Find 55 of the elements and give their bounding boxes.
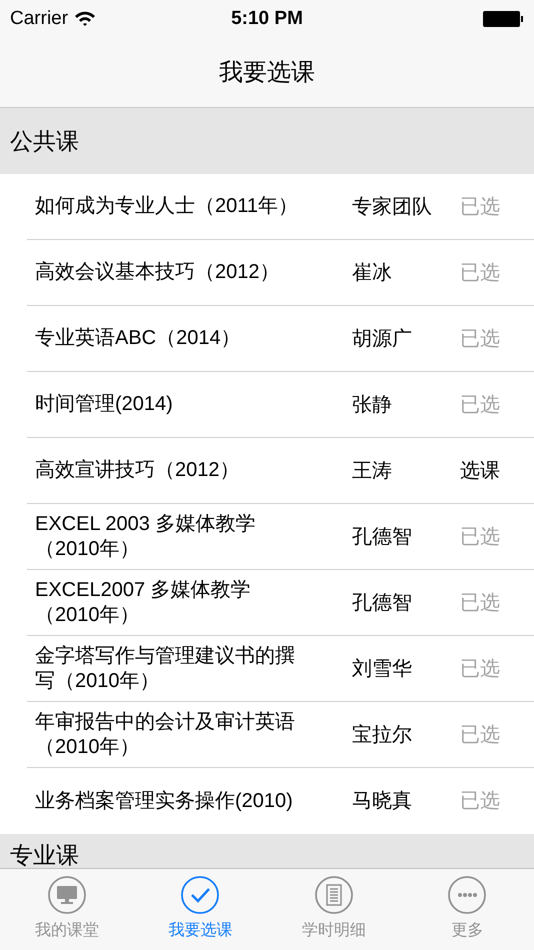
course-title: 高效会议基本技巧（2012） [35,260,280,285]
course-row[interactable]: 时间管理(2014) 张静 已选 [27,372,534,438]
carrier-label: Carrier [10,6,68,31]
checkmark-icon [180,875,220,915]
teacher-name: 张静 [352,392,393,418]
teacher-name: 专家团队 [352,194,433,220]
more-icon [447,875,488,915]
battery-icon [482,10,524,28]
course-row[interactable]: EXCEL 2003 多媒体教学（2010年） 孔德智 已选 [27,504,534,570]
course-title: 时间管理(2014) [35,392,174,417]
select-status[interactable]: 已选 [460,720,500,750]
course-row[interactable]: 专业英语ABC（2014） 胡源广 已选 [27,306,534,372]
select-status[interactable]: 选课 [460,456,500,486]
document-icon [314,875,354,915]
course-row[interactable]: 业务档案管理实务操作(2010) 马晓真 已选 [27,768,534,834]
tab-item[interactable]: 我的课堂 [0,869,134,950]
select-status[interactable]: 已选 [460,522,500,552]
wifi-icon [74,11,96,27]
select-status[interactable]: 已选 [460,654,500,684]
tab-item[interactable]: 学时明细 [267,869,400,950]
teacher-name: 崔冰 [352,260,393,286]
teacher-name: 宝拉尔 [352,722,413,748]
select-status[interactable]: 已选 [460,324,500,354]
course-title: 业务档案管理实务操作(2010) [35,788,294,814]
teacher-name: 孔德智 [352,590,413,616]
select-status[interactable]: 已选 [460,390,500,420]
course-title: 高效宣讲技巧（2012） [35,458,240,483]
course-title: 年审报告中的会计及审计英语（2010年） [35,710,296,760]
course-row[interactable]: 金字塔写作与管理建议书的撰写（2010年） 刘雪华 已选 [27,636,534,702]
teacher-name: 孔德智 [352,524,413,550]
tab-item[interactable]: 我要选课 [134,869,267,950]
course-title: 如何成为专业人士（2011年） [35,194,300,219]
teacher-name: 刘雪华 [352,656,413,682]
section-header: 专业课 [10,841,79,870]
select-status[interactable]: 已选 [460,192,500,222]
select-status[interactable]: 已选 [460,588,500,618]
course-title: 专业英语ABC（2014） [35,326,242,351]
teacher-name: 马晓真 [352,789,413,814]
nav-title: 我要选课 [219,58,315,88]
teacher-name: 王涛 [352,458,393,484]
teacher-name: 胡源广 [352,326,413,352]
course-row[interactable]: 高效宣讲技巧（2012） 王涛 选课 [27,438,534,504]
tab-item[interactable]: 更多 [400,869,534,950]
select-status[interactable]: 已选 [460,786,500,816]
section-header: 公共课 [10,126,79,156]
course-row[interactable]: EXCEL2007 多媒体教学（2010年） 孔德智 已选 [27,570,534,636]
monitor-icon [46,875,87,915]
course-title: 金字塔写作与管理建议书的撰写（2010年） [35,644,296,694]
clock-time: 5:10 PM [231,6,303,31]
course-title: EXCEL 2003 多媒体教学（2010年） [35,512,256,562]
course-title: EXCEL2007 多媒体教学（2010年） [35,578,252,628]
select-status[interactable]: 已选 [460,258,500,288]
course-row[interactable]: 如何成为专业人士（2011年） 专家团队 已选 [27,174,534,240]
course-row[interactable]: 年审报告中的会计及审计英语（2010年） 宝拉尔 已选 [27,702,534,768]
course-row[interactable]: 高效会议基本技巧（2012） 崔冰 已选 [27,240,534,306]
